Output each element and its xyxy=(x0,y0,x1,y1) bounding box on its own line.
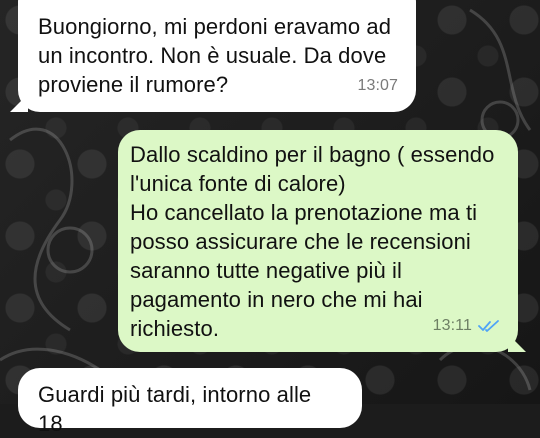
double-check-read-icon xyxy=(478,319,499,332)
message-time: 13:07 xyxy=(357,77,398,94)
incoming-message-bubble[interactable]: Buongiorno, mi perdoni eravamo ad un inc… xyxy=(10,0,416,112)
message-text: Guardi più tardi, intorno alle 18 xyxy=(38,382,312,436)
message-meta: 13:11 xyxy=(433,311,500,340)
message-text: Buongiorno, mi perdoni eravamo ad un inc… xyxy=(38,14,392,97)
message-meta: 13:07 xyxy=(357,71,398,100)
incoming-message-bubble[interactable]: Guardi più tardi, intorno alle 18 xyxy=(18,368,362,436)
outgoing-message-bubble[interactable]: Dallo scaldino per il bagno ( essendo l'… xyxy=(118,130,526,352)
message-time: 13:11 xyxy=(432,317,472,334)
